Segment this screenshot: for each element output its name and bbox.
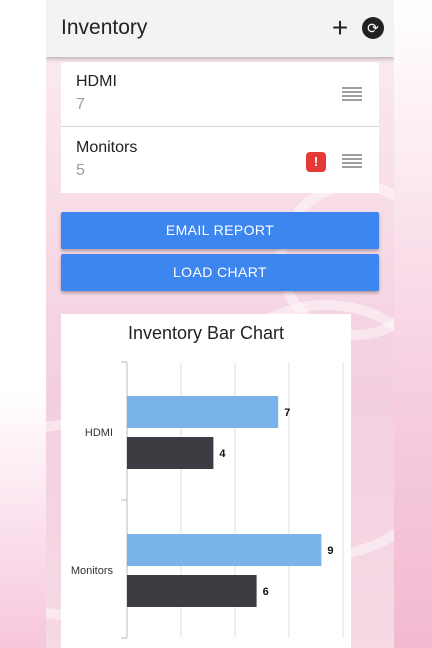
item-quantity: 7 [76, 96, 85, 113]
data-label: 6 [263, 586, 269, 598]
app-bar: Inventory + ⟳ [46, 0, 394, 57]
email-report-button[interactable]: EMAIL REPORT [61, 212, 379, 249]
category-label: HDMI [85, 427, 113, 439]
background-left [0, 0, 46, 648]
item-quantity: 5 [76, 162, 85, 179]
page-title: Inventory [61, 16, 148, 39]
add-item-button[interactable]: + [328, 14, 352, 42]
background-right [394, 0, 432, 648]
chart-card: Inventory Bar Chart HDMI 7 4 Monitors 9 6 [61, 314, 351, 648]
data-label: 7 [284, 407, 290, 419]
item-name: Monitors [76, 139, 138, 156]
list-item[interactable]: Monitors 5 ! [61, 128, 379, 193]
bar [127, 534, 322, 566]
data-label: 4 [219, 448, 226, 460]
refresh-icon: ⟳ [367, 20, 379, 36]
category-label: Monitors [71, 565, 114, 577]
chart-title: Inventory Bar Chart [128, 323, 284, 343]
drag-handle-icon[interactable] [342, 154, 362, 168]
item-name: HDMI [76, 73, 117, 90]
bar [127, 396, 279, 428]
plus-icon: + [331, 12, 349, 43]
data-label: 9 [327, 545, 333, 557]
drag-handle-icon[interactable] [342, 87, 362, 101]
app-screen: Inventory + ⟳ HDMI 7 Monitors 5 ! EMAIL … [46, 0, 394, 648]
bar [127, 437, 214, 469]
load-chart-button[interactable]: LOAD CHART [61, 254, 379, 291]
list-item[interactable]: HDMI 7 [61, 62, 379, 127]
refresh-button[interactable]: ⟳ [362, 17, 384, 39]
warning-icon[interactable]: ! [306, 152, 326, 172]
bar-chart: Inventory Bar Chart HDMI 7 4 Monitors 9 6 [71, 323, 344, 639]
inventory-list: HDMI 7 Monitors 5 ! [61, 62, 379, 193]
bar [127, 575, 257, 607]
